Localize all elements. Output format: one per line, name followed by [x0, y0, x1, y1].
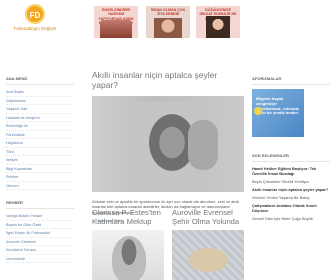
- quotes-title: AFORIZMALAR: [252, 76, 330, 85]
- quote-text: Bilginin hayatı zenginleşir tekrarlanmaz…: [256, 96, 299, 116]
- rehber-item[interactable]: Aurovile Gösterisi: [6, 238, 74, 246]
- banner-image: [154, 18, 182, 38]
- menu-item[interactable]: Ana Sayfa: [6, 88, 74, 97]
- recent-post-link[interactable]: Çatışmaların Anlatımı Olarak Sınırlı Düş…: [252, 203, 330, 213]
- card-image[interactable]: [172, 230, 244, 280]
- menu-item[interactable]: Oturum: [6, 182, 74, 190]
- post-card[interactable]: Clarissa P. Estes'ten Kadınlara Mektup: [92, 208, 164, 280]
- card-title[interactable]: Clarissa P. Estes'ten Kadınlara Mektup: [92, 208, 164, 227]
- banner-text: İNSAN OLMAN ÇOK ZİYA SEBEBİ: [150, 8, 186, 17]
- recent-post-link[interactable]: Beyin Çökmeleri Sürekli Yeniliyor: [252, 179, 330, 184]
- menu-item[interactable]: Düşünceniz: [6, 97, 74, 105]
- menu-item[interactable]: Hayatınızı: [6, 139, 74, 148]
- main-content: Akıllı insanlar niçin aptalca şeyler yap…: [92, 70, 244, 223]
- menu-item[interactable]: Türü: [6, 148, 74, 156]
- menu-item[interactable]: Hakikati de Araştırın: [6, 114, 74, 122]
- rehber-item[interactable]: Üzerimizde: [6, 255, 74, 263]
- rehber-item[interactable]: Kendisine Tanışın: [6, 246, 74, 255]
- menu-item[interactable]: Bilgi Kaynakları: [6, 165, 74, 173]
- post-title-link[interactable]: Akıllı insanlar niçin aptalca şeyler yap…: [92, 70, 244, 90]
- header-banner-3[interactable]: DÜŞÜNCENİZE DİKKAT EDEBİLİR NE KONUŞTUNU…: [196, 6, 240, 38]
- rehber-item[interactable]: Başarı bu Süre Özeti: [6, 221, 74, 229]
- hero-hand-shape: [188, 120, 218, 170]
- post-card[interactable]: Auroville Evrensel Şehir Olma Yolunda: [172, 208, 244, 280]
- recent-post-link[interactable]: Sözünü Ye'den Yaşama Bir Bakış: [252, 195, 330, 200]
- menu-item[interactable]: Rehber: [6, 173, 74, 182]
- header-banner-1[interactable]: ENGELSİNDİRİR YANİGEM YAPIYORSAN ADEM BE…: [94, 6, 138, 38]
- menu-item[interactable]: Yaşamlı Dair: [6, 105, 74, 114]
- recent-title: SON EKLENENLER: [252, 153, 330, 162]
- logo-text: Farkındalıgın Değiştir: [13, 26, 57, 31]
- banner-image: [206, 16, 230, 38]
- main-menu-title: ANA MENÜ: [6, 76, 74, 85]
- rehber-title: REHBER: [6, 200, 74, 209]
- menu-item[interactable]: Bütünlüğü İle: [6, 122, 74, 131]
- rehber-item[interactable]: İlgisi Erişen Ilk Farkındalık: [6, 229, 74, 238]
- card-image[interactable]: [92, 230, 164, 280]
- site-logo[interactable]: FD Farkındalıgın Değiştir: [8, 4, 62, 31]
- header-banner-2[interactable]: İNSAN OLMAN ÇOK ZİYA SEBEBİ: [146, 6, 190, 38]
- quote-dot-icon: [254, 107, 262, 115]
- left-sidebar: ANA MENÜ Ana Sayfa Düşünceniz Yaşamlı Da…: [6, 76, 74, 263]
- recent-post-link[interactable]: Akıllı insanlar niçin aptalca şeyler yap…: [252, 187, 330, 192]
- menu-item[interactable]: İletişim: [6, 156, 74, 165]
- quote-widget[interactable]: Bilginin hayatı zenginleşir tekrarlanmaz…: [252, 89, 304, 137]
- rehber-item[interactable]: Varlığa Bakan Yoldan: [6, 212, 74, 221]
- right-sidebar: AFORIZMALAR Bilginin hayatı zenginleşir …: [252, 76, 330, 224]
- logo-mark: FD: [25, 4, 45, 24]
- card-title[interactable]: Auroville Evrensel Şehir Olma Yolunda: [172, 208, 244, 227]
- banner-image: [100, 20, 132, 38]
- post-hero-image[interactable]: [92, 96, 244, 192]
- recent-post-link[interactable]: Hamit Heliker Eğitimi Başlıyor: Tek Özne…: [252, 166, 330, 176]
- menu-item[interactable]: Farkındalık: [6, 131, 74, 139]
- recent-post-link[interactable]: Zevarli Olan İçin Neler Çoğu Büyük: [252, 216, 330, 221]
